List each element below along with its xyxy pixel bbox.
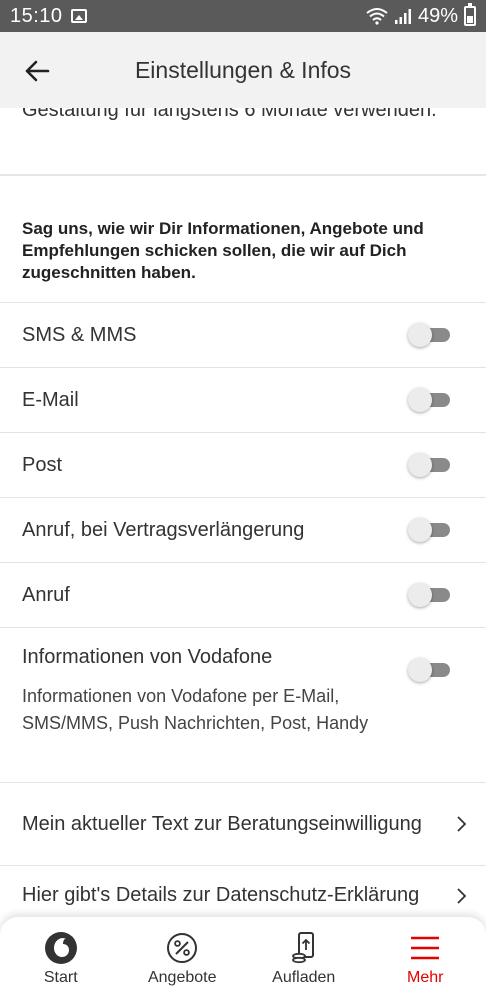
signal-icon <box>394 9 411 24</box>
call-switch[interactable] <box>408 583 450 607</box>
nav-label: Aufladen <box>272 969 336 986</box>
vodafone-info-switch[interactable] <box>408 658 450 682</box>
status-right: 49% <box>366 3 476 28</box>
app-header: Einstellungen & Infos <box>0 32 486 108</box>
toggle-row-sms-mms[interactable]: SMS & MMS <box>0 302 486 367</box>
partial-text-block: Gestaltung für längstens 6 Monate verwen… <box>0 108 486 172</box>
vodafone-info-description: Informationen von Vodafone per E-Mail, S… <box>22 686 369 733</box>
post-switch[interactable] <box>408 453 450 477</box>
percent-badge-icon <box>167 933 198 963</box>
gallery-icon <box>70 9 87 23</box>
toggle-label: E-Mail <box>22 388 79 411</box>
nav-item-mehr[interactable]: Mehr <box>365 917 486 999</box>
nav-label: Mehr <box>407 969 444 986</box>
phone-coins-icon <box>291 932 314 964</box>
toggle-label: Post <box>22 453 63 476</box>
hamburger-menu-icon <box>411 936 440 960</box>
status-bar: 15:10 49% <box>0 0 486 32</box>
vodafone-logo-icon <box>44 932 77 964</box>
wifi-icon <box>366 8 388 25</box>
nav-item-angebote[interactable]: Angebote <box>122 917 244 999</box>
toggle-row-call-contract[interactable]: Anruf, bei Vertragsverlängerung <box>0 497 486 562</box>
toggle-row-post[interactable]: Post <box>0 432 486 497</box>
link-label: Mein aktueller Text zur Beratungseinwill… <box>22 812 422 835</box>
toggle-label: Anruf, bei Vertragsverlängerung <box>22 518 305 541</box>
sms-mms-switch[interactable] <box>408 323 450 347</box>
toggle-label: Informationen von Vodafone <box>22 646 273 668</box>
bottom-navigation: Start Angebote Aufladen Mehr <box>0 917 486 999</box>
nav-label: Start <box>43 969 78 986</box>
nav-item-start[interactable]: Start <box>0 917 122 999</box>
email-switch[interactable] <box>408 388 450 412</box>
contact-intro-text: Sag uns, wie wir Dir Informationen, Ange… <box>22 219 424 282</box>
nav-label: Angebote <box>147 969 217 986</box>
toggle-label: Anruf <box>22 583 70 606</box>
nav-item-aufladen[interactable]: Aufladen <box>243 917 365 999</box>
settings-content: Gestaltung für längstens 6 Monate verwen… <box>0 108 486 925</box>
toggle-row-call[interactable]: Anruf <box>0 562 486 627</box>
chevron-right-icon <box>457 816 466 832</box>
toggle-label: SMS & MMS <box>22 323 137 346</box>
toggle-row-email[interactable]: E-Mail <box>0 367 486 432</box>
page-title: Einstellungen & Infos <box>134 57 352 83</box>
chevron-right-icon <box>457 887 466 904</box>
link-label: Hier gibt's Details zur Datenschutz-Erkl… <box>22 884 420 906</box>
link-privacy-details[interactable]: Hier gibt's Details zur Datenschutz-Erkl… <box>0 865 486 925</box>
link-consent-text[interactable]: Mein aktueller Text zur Beratungseinwill… <box>0 782 486 865</box>
call-contract-switch[interactable] <box>408 518 450 542</box>
battery-percent: 49% <box>417 4 458 27</box>
battery-icon <box>464 3 476 26</box>
status-time: 15:10 <box>10 4 63 27</box>
toggle-row-vodafone-info[interactable]: Informationen von Vodafone Informationen… <box>0 627 486 782</box>
partial-text: Gestaltung für längstens 6 Monate verwen… <box>22 108 437 121</box>
